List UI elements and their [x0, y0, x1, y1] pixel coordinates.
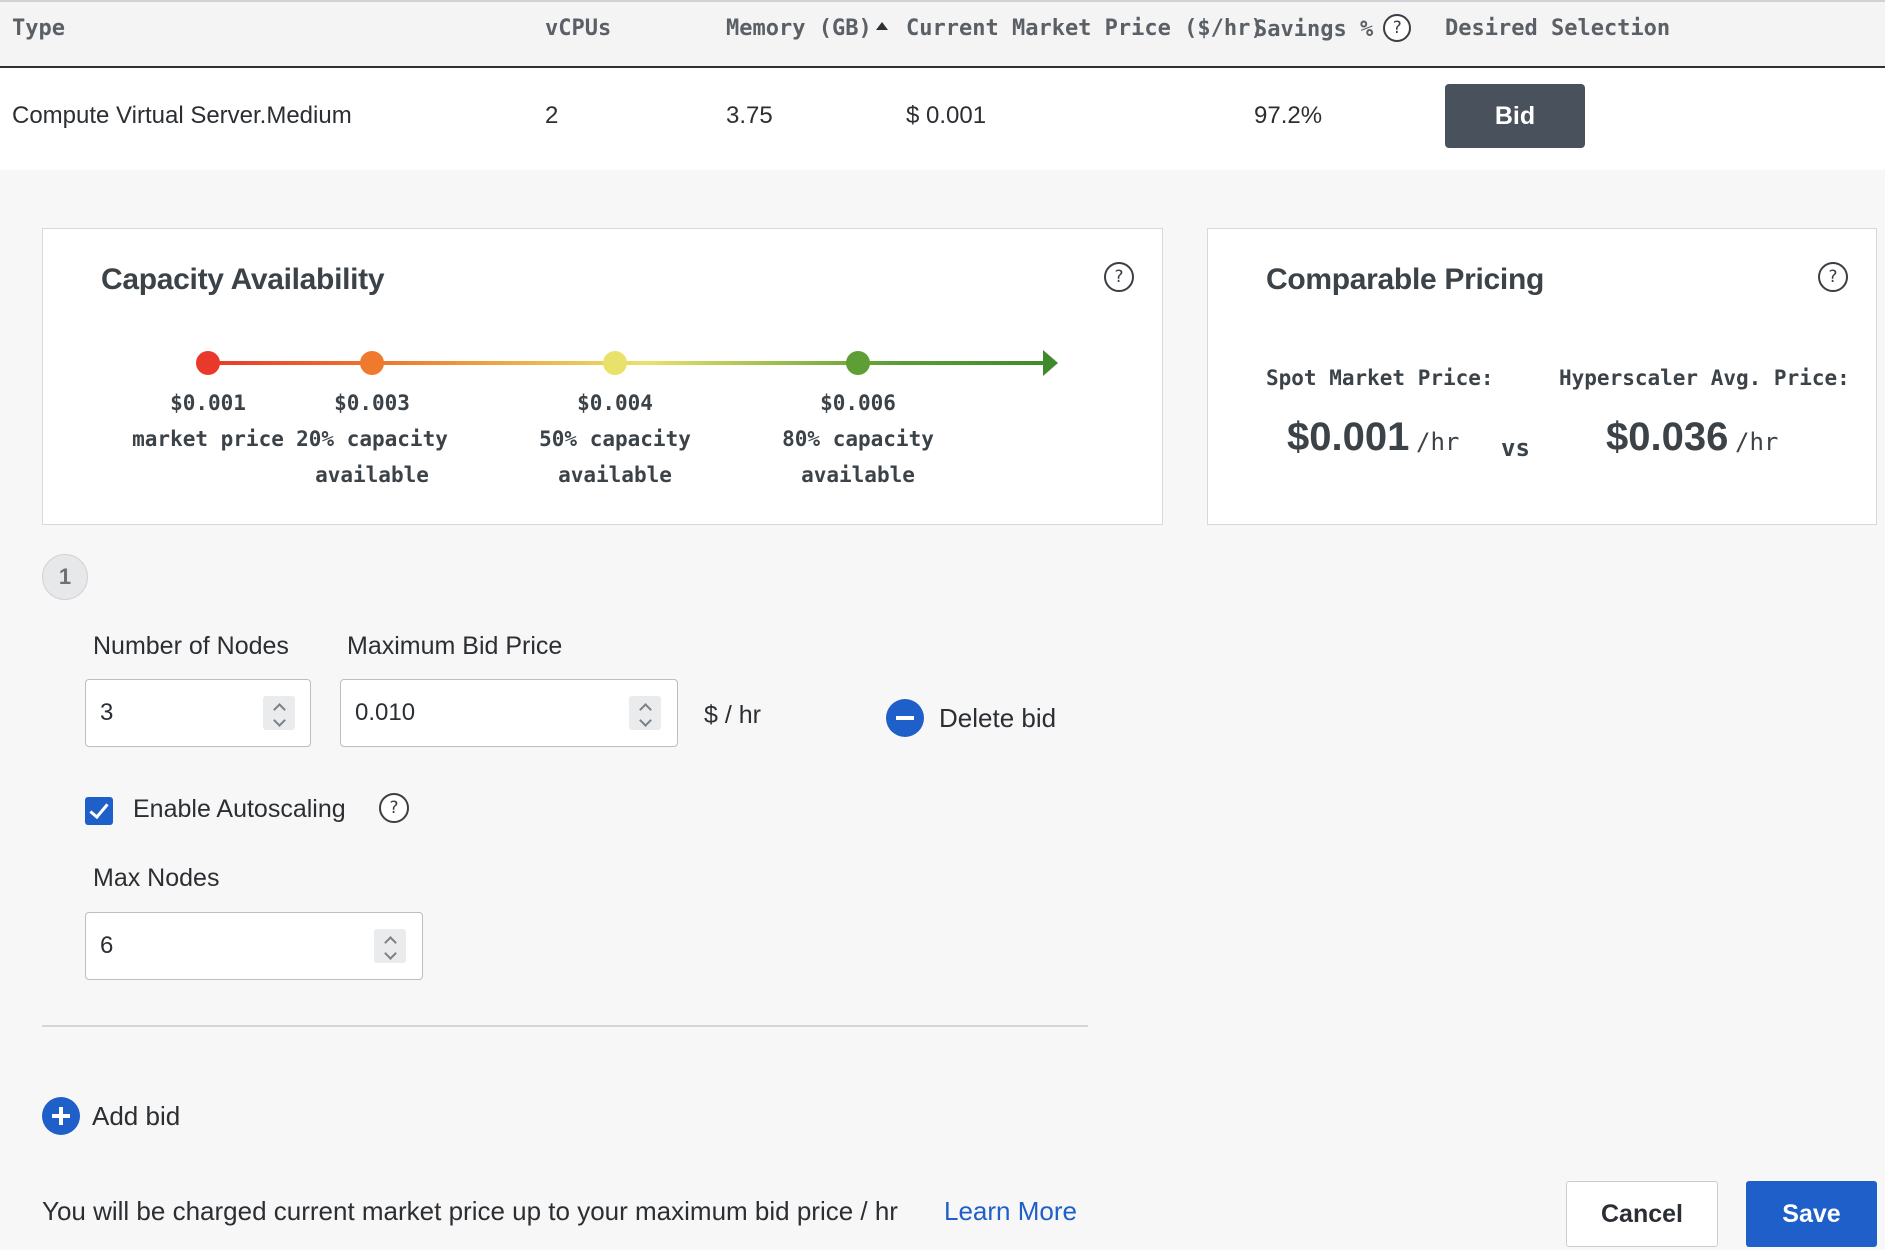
delete-bid-button[interactable]: Delete bid	[886, 699, 1086, 741]
chevron-down-icon[interactable]	[638, 714, 652, 727]
help-icon[interactable]: ?	[1383, 14, 1412, 42]
capacity-label-text: 20% capacity	[296, 427, 448, 451]
spot-price-value: $0.001	[1287, 415, 1410, 459]
cell-memory: 3.75	[726, 102, 773, 129]
number-of-nodes-label: Number of Nodes	[93, 632, 289, 660]
enable-autoscaling-checkbox[interactable]	[85, 797, 113, 825]
capacity-point-50	[603, 351, 627, 375]
max-nodes-field[interactable]	[100, 913, 336, 979]
cell-price: $ 0.001	[906, 102, 987, 129]
add-bid-button[interactable]: Add bid	[42, 1095, 222, 1137]
capacity-label-50: $0.004 50% capacity available	[525, 385, 705, 493]
table-header: Type vCPUs Memory (GB) Current Market Pr…	[0, 0, 1885, 68]
table-row: Compute Virtual Server.Medium 2 3.75 $ 0…	[0, 68, 1885, 170]
column-header-type[interactable]: Type	[12, 16, 65, 41]
save-button[interactable]: Save	[1746, 1181, 1877, 1247]
hyperscaler-price-unit: /hr	[1735, 428, 1779, 456]
column-header-savings-label: Savings %	[1254, 17, 1374, 42]
max-nodes-stepper[interactable]	[374, 929, 406, 963]
enable-autoscaling-label[interactable]: Enable Autoscaling	[133, 795, 346, 824]
capacity-label-20: $0.003 20% capacity available	[282, 385, 462, 493]
chevron-down-icon[interactable]	[383, 947, 397, 960]
bid-step-badge: 1	[42, 554, 88, 600]
cell-savings: 97.2%	[1254, 102, 1323, 129]
number-of-nodes-input[interactable]	[85, 679, 311, 747]
cell-vcpus: 2	[545, 102, 559, 129]
spot-price-label: Spot Market Price:	[1266, 366, 1494, 390]
capacity-label-price: $0.006	[820, 391, 896, 415]
capacity-label-80: $0.006 80% capacity available	[768, 385, 948, 493]
charge-notice: You will be charged current market price…	[42, 1196, 898, 1226]
help-icon[interactable]: ?	[1818, 262, 1848, 292]
max-nodes-input[interactable]	[85, 912, 423, 980]
column-header-memory-label: Memory (GB)	[726, 16, 872, 41]
chevron-down-icon[interactable]	[272, 714, 286, 727]
maximum-bid-price-field[interactable]	[355, 680, 591, 746]
hyperscaler-price-value: $0.036	[1606, 415, 1729, 459]
spot-price-unit: /hr	[1416, 428, 1460, 456]
help-icon[interactable]: ?	[379, 793, 409, 823]
capacity-scale-line	[208, 361, 1048, 365]
divider	[42, 1025, 1088, 1027]
number-of-nodes-stepper[interactable]	[263, 696, 295, 730]
capacity-label-price: $0.004	[577, 391, 653, 415]
versus-label: vs	[1501, 434, 1530, 462]
capacity-label-text: 80% capacity	[782, 427, 934, 451]
capacity-availability-panel: Capacity Availability ? $0.001 market pr…	[42, 228, 1163, 525]
maximum-bid-price-label: Maximum Bid Price	[347, 632, 563, 660]
comparable-pricing-title: Comparable Pricing	[1266, 263, 1545, 296]
capacity-label-price: $0.003	[334, 391, 410, 415]
column-header-savings[interactable]: Savings %?	[1254, 14, 1412, 44]
plus-circle-icon	[42, 1097, 80, 1135]
number-of-nodes-field[interactable]	[100, 680, 257, 746]
capacity-point-market	[196, 351, 220, 375]
max-nodes-label: Max Nodes	[93, 864, 220, 892]
column-header-memory[interactable]: Memory (GB)	[726, 16, 888, 41]
maximum-bid-price-input[interactable]	[340, 679, 678, 747]
cancel-button[interactable]: Cancel	[1566, 1181, 1718, 1247]
add-bid-label: Add bid	[92, 1101, 181, 1131]
capacity-label-text: available	[558, 463, 672, 487]
price-unit-label: $ / hr	[704, 701, 761, 729]
column-header-selection: Desired Selection	[1445, 16, 1671, 41]
column-header-price[interactable]: Current Market Price ($/hr)	[906, 16, 1264, 41]
capacity-point-80	[846, 351, 870, 375]
learn-more-link[interactable]: Learn More	[944, 1196, 1077, 1227]
maximum-bid-price-stepper[interactable]	[629, 696, 661, 730]
delete-bid-label: Delete bid	[939, 703, 1057, 733]
comparable-pricing-panel: Comparable Pricing ? Spot Market Price: …	[1207, 228, 1877, 525]
capacity-label-text: available	[315, 463, 429, 487]
bid-button[interactable]: Bid	[1445, 84, 1585, 148]
hyperscaler-price-label: Hyperscaler Avg. Price:	[1559, 366, 1850, 390]
capacity-label-text: available	[801, 463, 915, 487]
cell-type: Compute Virtual Server.Medium	[12, 102, 352, 129]
capacity-label-price: $0.001	[170, 391, 246, 415]
capacity-label-market: $0.001 market price	[118, 385, 298, 457]
minus-circle-icon	[886, 699, 924, 737]
capacity-label-text: 50% capacity	[539, 427, 691, 451]
column-header-vcpus[interactable]: vCPUs	[545, 16, 611, 41]
capacity-label-text: market price	[132, 427, 284, 451]
capacity-point-20	[360, 351, 384, 375]
capacity-scale-arrowhead	[1043, 350, 1058, 376]
